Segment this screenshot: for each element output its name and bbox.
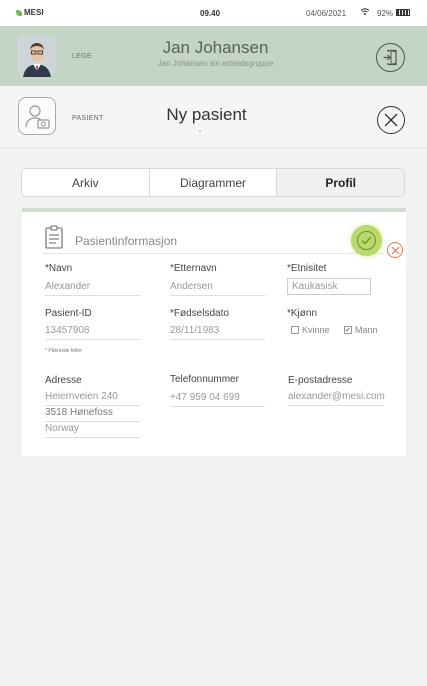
clipboard-icon bbox=[44, 225, 64, 254]
profile-tabs: Arkiv Diagrammer Profil bbox=[21, 168, 405, 197]
patient-info-card: Pasientinformasjon *Navn Alexander *Ette… bbox=[22, 208, 406, 456]
email-label: E-postadresse bbox=[288, 375, 353, 386]
logout-button[interactable] bbox=[376, 43, 405, 72]
phone-field[interactable]: +47 959 04 699 bbox=[170, 392, 265, 407]
patient-id-field[interactable]: 13457908 bbox=[45, 325, 140, 340]
gender-option-mann[interactable]: ✓ Mann bbox=[344, 325, 378, 335]
cancel-button[interactable] bbox=[387, 242, 403, 258]
last-name-field[interactable]: Andersen bbox=[170, 281, 265, 296]
ethnicity-label: *Etnisitet bbox=[287, 263, 327, 274]
address-line1-field[interactable]: Heiernveien 240 bbox=[45, 391, 140, 406]
wifi-icon bbox=[360, 7, 370, 18]
patient-title: Ny pasient bbox=[166, 105, 247, 124]
first-name-label: *Navn bbox=[45, 263, 73, 274]
patient-header: PASIENT Ny pasient bbox=[0, 86, 427, 148]
checkbox-kvinne[interactable] bbox=[291, 326, 299, 334]
phone-label: Telefonnummer bbox=[170, 374, 239, 385]
email-field[interactable]: alexander@mesi.com bbox=[288, 391, 385, 406]
gender-kvinne-label: Kvinne bbox=[302, 325, 330, 335]
tab-profil[interactable]: Profil bbox=[277, 169, 404, 196]
card-title: Pasientinformasjon bbox=[75, 234, 178, 248]
save-button[interactable] bbox=[351, 225, 382, 256]
cancel-icon bbox=[391, 246, 399, 254]
checkbox-mann[interactable]: ✓ bbox=[344, 326, 352, 334]
doctor-workgroup: Jan Johansen sin arbeidsgruppe bbox=[157, 59, 274, 68]
address-line2-field[interactable]: 3518 Hønefoss bbox=[45, 407, 140, 422]
first-name-field[interactable]: Alexander bbox=[45, 281, 140, 296]
gender-label: *Kjønn bbox=[287, 308, 318, 319]
title-indicator bbox=[199, 130, 201, 132]
checkmark-icon bbox=[361, 236, 372, 245]
last-name-label: *Etternavn bbox=[170, 263, 217, 274]
address-country-field[interactable]: Norway bbox=[45, 423, 140, 438]
battery-icon bbox=[396, 9, 410, 16]
status-bar: MESI 09.40 04/06/2021 92% bbox=[0, 0, 427, 26]
required-fields-note: * Påkrevde felter bbox=[45, 348, 82, 354]
status-time: 09.40 bbox=[200, 9, 221, 18]
gender-mann-label: Mann bbox=[355, 325, 378, 335]
gender-option-kvinne[interactable]: Kvinne bbox=[291, 325, 330, 335]
birth-date-label: *Fødselsdato bbox=[170, 308, 229, 319]
address-label: Adresse bbox=[45, 375, 82, 386]
card-header: Pasientinformasjon bbox=[42, 224, 403, 258]
close-icon bbox=[384, 113, 398, 127]
mesi-logo-icon bbox=[16, 9, 22, 16]
brand-logo: MESI bbox=[16, 8, 44, 17]
tab-diagrammer[interactable]: Diagrammer bbox=[150, 169, 278, 196]
doctor-name: Jan Johansen bbox=[162, 38, 269, 57]
close-patient-button[interactable] bbox=[377, 106, 405, 134]
doctor-header: LEGE Jan Johansen Jan Johansen sin arbei… bbox=[0, 26, 427, 86]
logout-icon bbox=[383, 49, 397, 66]
status-date: 04/06/2021 bbox=[306, 9, 347, 18]
battery-level: 92% bbox=[377, 9, 394, 18]
ethnicity-select[interactable]: Kaukasisk bbox=[287, 278, 371, 295]
patient-id-label: Pasient-ID bbox=[45, 308, 92, 319]
brand-name: MESI bbox=[24, 8, 44, 17]
tab-arkiv[interactable]: Arkiv bbox=[22, 169, 150, 196]
birth-date-field[interactable]: 28/11/1983 bbox=[170, 325, 265, 340]
